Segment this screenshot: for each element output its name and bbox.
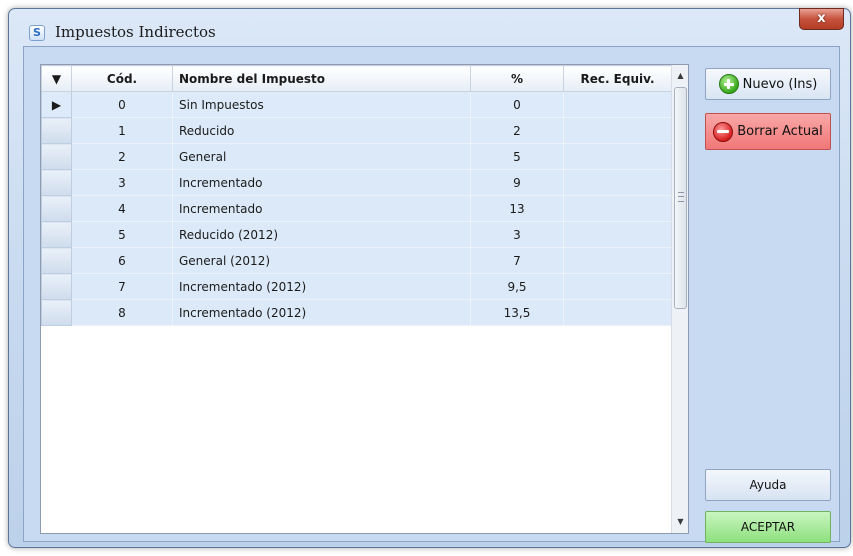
column-header-name[interactable]: Nombre del Impuesto [172,65,471,92]
help-button[interactable]: Ayuda [705,469,831,501]
table-row[interactable]: 2 General 5 [41,143,672,170]
cell-rec-equiv[interactable] [563,195,672,222]
row-indicator[interactable] [41,169,72,196]
title-bar[interactable]: S Impuestos Indirectos x [9,8,850,49]
cell-code[interactable]: 7 [71,273,173,300]
table-row[interactable]: 6 General (2012) 7 [41,247,672,274]
row-indicator[interactable]: ▶ [41,91,72,118]
accept-button[interactable]: ACEPTAR [705,511,831,543]
cell-name[interactable]: Reducido [172,117,471,144]
cell-percent[interactable]: 3 [470,221,564,248]
grid-body: ▶ 0 Sin Impuestos 0 1 Reducido 2 2 General 5 3 Incr… [41,91,672,326]
cell-code[interactable]: 4 [71,195,173,222]
cell-percent[interactable]: 13 [470,195,564,222]
cell-name[interactable]: Sin Impuestos [172,91,471,118]
row-indicator[interactable] [41,117,72,144]
cell-code[interactable]: 1 [71,117,173,144]
cell-percent[interactable]: 9,5 [470,273,564,300]
tax-grid[interactable]: ▼ Cód. Nombre del Impuesto % Rec. Equiv.… [40,64,689,534]
table-row[interactable]: 7 Incrementado (2012) 9,5 [41,273,672,300]
new-button-label: Nuevo (Ins) [742,76,818,92]
row-indicator[interactable] [41,143,72,170]
cell-name[interactable]: General (2012) [172,247,471,274]
cell-name[interactable]: Reducido (2012) [172,221,471,248]
cell-name[interactable]: Incrementado (2012) [172,299,471,326]
scroll-thumb[interactable] [674,87,687,309]
client-area: ▼ Cód. Nombre del Impuesto % Rec. Equiv.… [23,46,840,543]
cell-percent[interactable]: 7 [470,247,564,274]
table-row[interactable]: 8 Incrementado (2012) 13,5 [41,299,672,326]
cell-percent[interactable]: 9 [470,169,564,196]
cell-code[interactable]: 2 [71,143,173,170]
cell-percent[interactable]: 13,5 [470,299,564,326]
cell-rec-equiv[interactable] [563,169,672,196]
cell-name[interactable]: Incrementado [172,195,471,222]
plus-circle-icon [718,74,739,94]
app-s-icon: S [29,25,45,41]
scroll-down-icon[interactable]: ▼ [672,513,688,531]
table-row[interactable]: 4 Incrementado 13 [41,195,672,222]
cell-percent[interactable]: 5 [470,143,564,170]
cell-rec-equiv[interactable] [563,143,672,170]
column-menu-icon[interactable]: ▼ [41,65,72,92]
cell-rec-equiv[interactable] [563,117,672,144]
cell-rec-equiv[interactable] [563,221,672,248]
cell-rec-equiv[interactable] [563,247,672,274]
cell-code[interactable]: 3 [71,169,173,196]
cell-name[interactable]: Incrementado (2012) [172,273,471,300]
dialog-window: S Impuestos Indirectos x ▼ Cód. Nombre d… [8,8,851,548]
new-button[interactable]: Nuevo (Ins) [705,68,831,100]
cell-code[interactable]: 5 [71,221,173,248]
cell-percent[interactable]: 0 [470,91,564,118]
table-row[interactable]: 1 Reducido 2 [41,117,672,144]
delete-button-label: Borrar Actual [737,124,823,139]
row-indicator[interactable] [41,299,72,326]
cell-code[interactable]: 8 [71,299,173,326]
minus-circle-icon [713,121,734,142]
row-indicator[interactable] [41,273,72,300]
tax-table: ▼ Cód. Nombre del Impuesto % Rec. Equiv.… [41,65,672,326]
column-header-code[interactable]: Cód. [71,65,173,92]
table-row[interactable]: ▶ 0 Sin Impuestos 0 [41,91,672,118]
row-indicator[interactable] [41,247,72,274]
header-row: ▼ Cód. Nombre del Impuesto % Rec. Equiv. [41,65,672,92]
window-title: Impuestos Indirectos [55,23,216,41]
delete-current-button[interactable]: Borrar Actual [705,113,831,150]
table-row[interactable]: 5 Reducido (2012) 3 [41,221,672,248]
scroll-up-icon[interactable]: ▲ [672,67,688,85]
table-row[interactable]: 3 Incrementado 9 [41,169,672,196]
row-indicator[interactable] [41,221,72,248]
cell-rec-equiv[interactable] [563,299,672,326]
column-header-percent[interactable]: % [470,65,564,92]
cell-name[interactable]: General [172,143,471,170]
close-button[interactable]: x [799,8,844,30]
grip-icon [678,192,684,202]
cell-rec-equiv[interactable] [563,91,672,118]
column-header-rec-equiv[interactable]: Rec. Equiv. [563,65,672,92]
vertical-scrollbar[interactable]: ▲ ▼ [671,65,688,533]
row-indicator[interactable] [41,195,72,222]
cell-rec-equiv[interactable] [563,273,672,300]
cell-code[interactable]: 6 [71,247,173,274]
cell-name[interactable]: Incrementado [172,169,471,196]
cell-code[interactable]: 0 [71,91,173,118]
cell-percent[interactable]: 2 [470,117,564,144]
